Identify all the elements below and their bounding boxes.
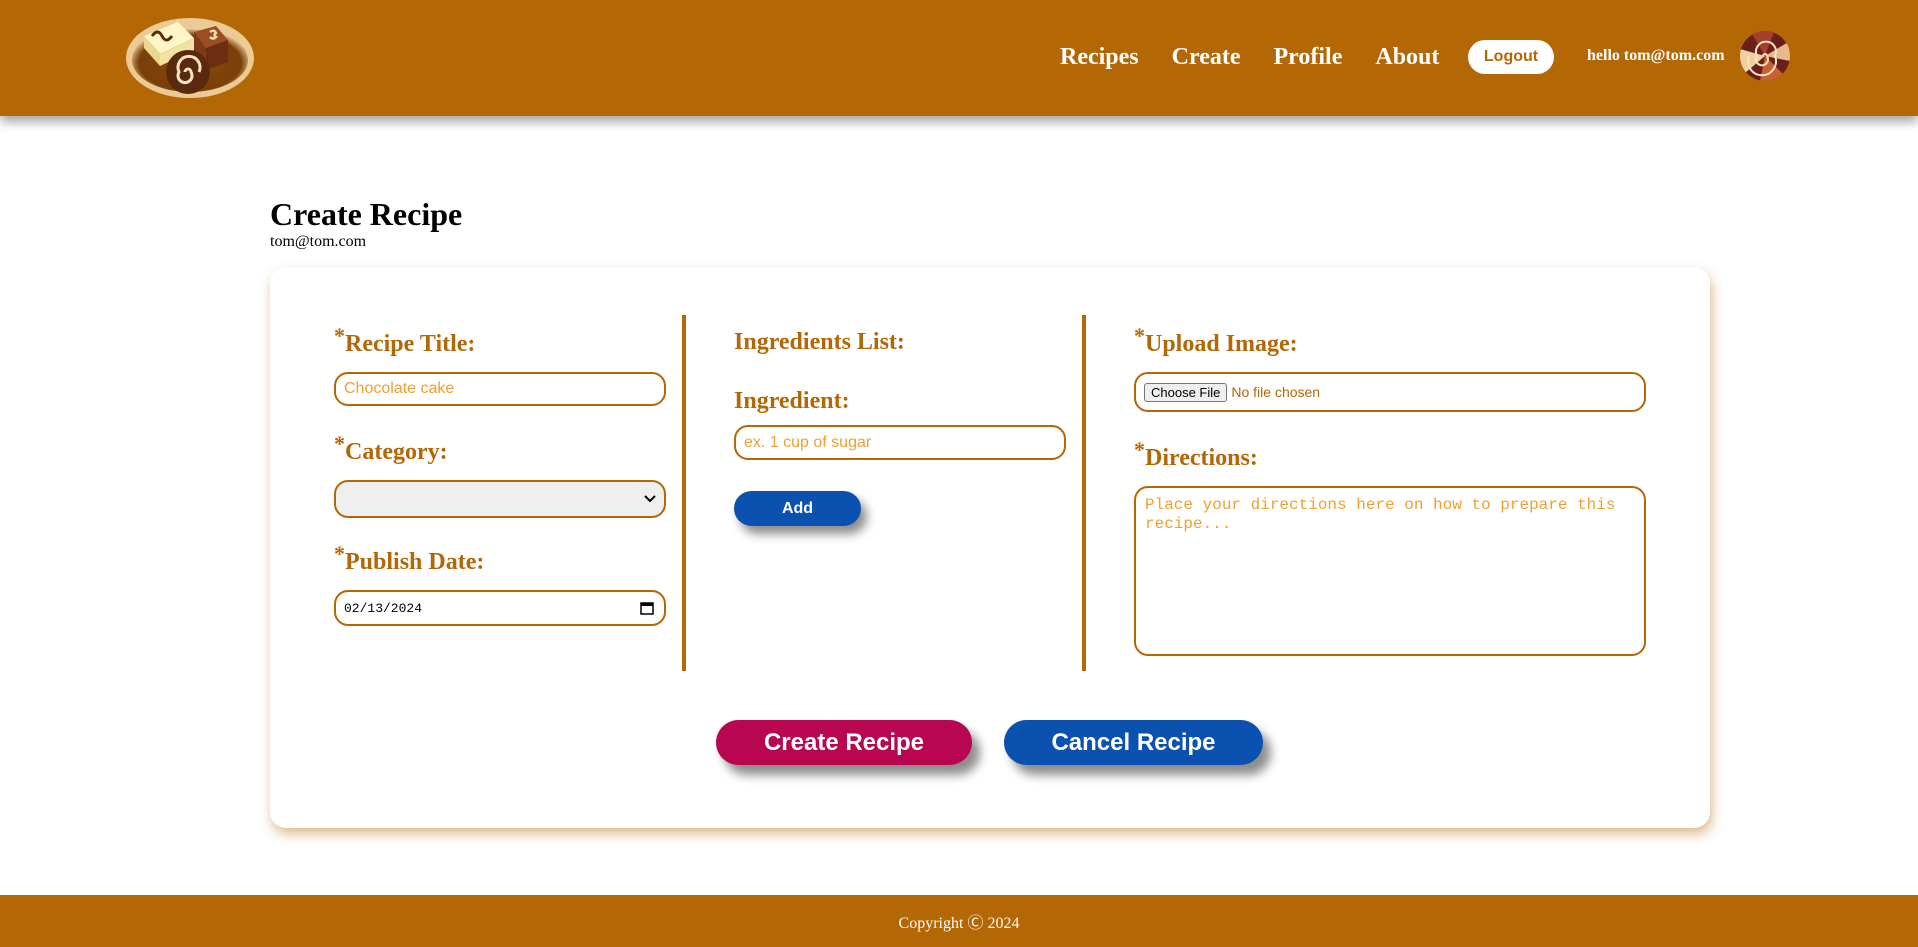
main-nav: Recipes Create Profile About — [1060, 40, 1472, 74]
category-label: *Category: — [334, 431, 448, 466]
no-file-chosen-text: No file chosen — [1231, 384, 1321, 400]
nav-profile[interactable]: Profile — [1274, 40, 1343, 74]
ingredients-list-label: Ingredients List: — [734, 329, 905, 355]
copyright-text: Copyright Ⓒ 2024 — [898, 915, 1020, 932]
publish-date-value: 02/13/2024 — [344, 600, 423, 616]
publish-date-input[interactable]: 02/13/2024 — [334, 590, 666, 626]
site-header: Recipes Create Profile About Logout hell… — [0, 0, 1918, 116]
directions-placeholder: Place your directions here on how to pre… — [1145, 496, 1616, 533]
create-recipe-button[interactable]: Create Recipe — [716, 720, 972, 765]
column-divider — [1082, 315, 1086, 671]
calendar-icon[interactable] — [640, 601, 654, 615]
recipe-title-placeholder: Chocolate cake — [344, 380, 455, 397]
upload-image-label-text: Upload Image: — [1145, 331, 1298, 357]
upload-image-label: *Upload Image: — [1134, 323, 1298, 358]
chocolate-swirl-avatar-icon — [1740, 31, 1790, 81]
directions-label: *Directions: — [1134, 437, 1258, 472]
avatar[interactable] — [1740, 31, 1790, 81]
directions-label-text: Directions: — [1145, 445, 1258, 471]
chocolate-logo-icon[interactable] — [124, 10, 256, 102]
recipe-title-input[interactable]: Chocolate cake — [334, 372, 666, 406]
required-marker: * — [334, 541, 345, 566]
upload-image-input[interactable]: Choose File No file chosen — [1134, 372, 1646, 412]
category-select[interactable] — [334, 480, 666, 518]
ingredient-placeholder: ex. 1 cup of sugar — [744, 433, 872, 451]
ingredient-input[interactable]: ex. 1 cup of sugar — [734, 425, 1066, 460]
cancel-recipe-button[interactable]: Cancel Recipe — [1004, 720, 1263, 765]
required-marker: * — [1134, 437, 1145, 462]
nav-recipes[interactable]: Recipes — [1060, 40, 1139, 74]
logout-button[interactable]: Logout — [1468, 40, 1554, 74]
nav-create[interactable]: Create — [1172, 40, 1241, 74]
site-footer: Copyright Ⓒ 2024 — [0, 895, 1918, 947]
choose-file-button[interactable]: Choose File — [1144, 382, 1228, 402]
column-divider — [682, 315, 686, 671]
chevron-down-icon — [644, 495, 656, 503]
directions-textarea[interactable]: Place your directions here on how to pre… — [1134, 486, 1646, 656]
ingredient-label: Ingredient: — [734, 388, 850, 414]
create-recipe-form-card: *Recipe Title: Chocolate cake *Category:… — [270, 267, 1710, 828]
required-marker: * — [334, 323, 345, 348]
add-ingredient-button[interactable]: Add — [734, 491, 861, 526]
page-user-email: tom@tom.com — [270, 233, 367, 250]
page-title: Create Recipe — [270, 196, 463, 232]
recipe-title-label: *Recipe Title: — [334, 323, 476, 358]
nav-about[interactable]: About — [1375, 40, 1439, 74]
category-label-text: Category: — [345, 439, 448, 465]
recipe-title-label-text: Recipe Title: — [345, 331, 476, 357]
required-marker: * — [334, 431, 345, 456]
publish-date-label-text: Publish Date: — [345, 549, 485, 575]
required-marker: * — [1134, 323, 1145, 348]
publish-date-label: *Publish Date: — [334, 541, 485, 576]
user-greeting: hello tom@tom.com — [1587, 47, 1725, 64]
